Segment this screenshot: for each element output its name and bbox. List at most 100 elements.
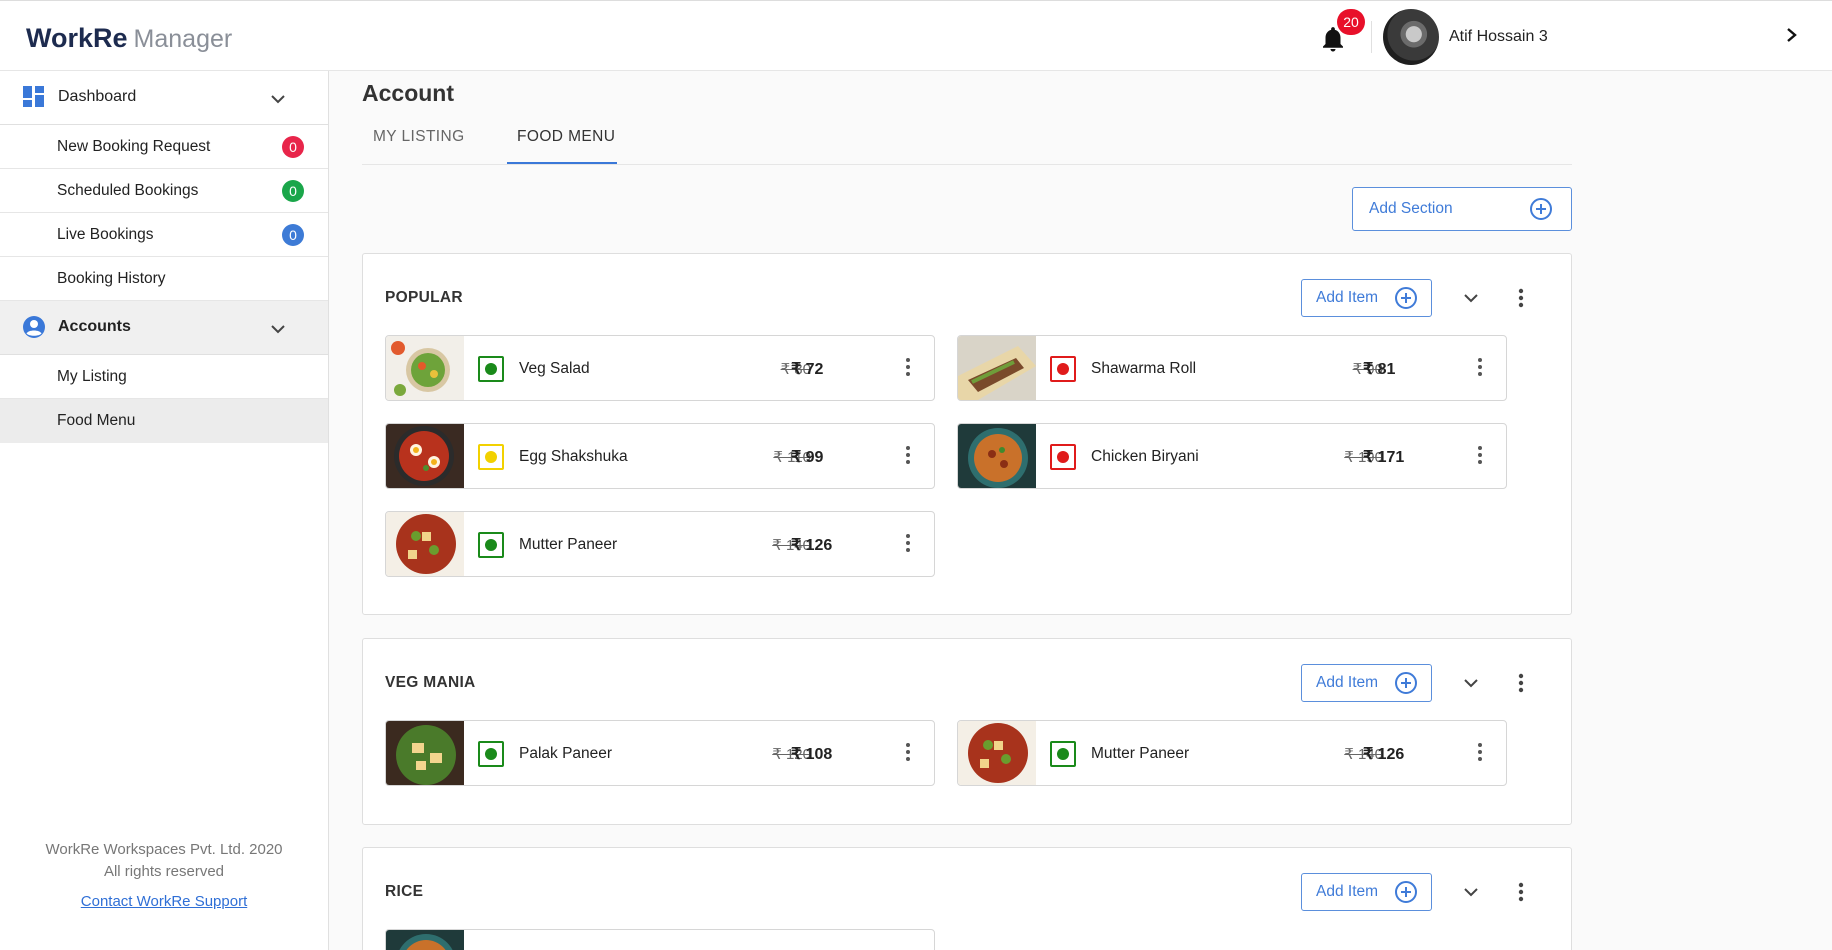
item-name: Mutter Paneer <box>519 536 618 553</box>
more-vert-icon[interactable] <box>1470 444 1490 466</box>
veg-indicator-icon <box>478 356 504 382</box>
chevron-down-icon[interactable] <box>1459 880 1483 904</box>
food-image <box>958 336 1036 400</box>
more-vert-icon[interactable] <box>898 444 918 466</box>
chevron-down-icon <box>271 95 285 104</box>
chevron-down-icon <box>271 325 285 334</box>
add-item-label: Add Item <box>1316 883 1379 900</box>
food-image <box>958 721 1036 785</box>
more-vert-icon[interactable] <box>1470 356 1490 378</box>
user-name[interactable]: Atif Hossain 3 <box>1449 28 1548 46</box>
sidebar-item-label: Scheduled Bookings <box>57 182 199 199</box>
item-price: ₹ 126 <box>791 537 833 554</box>
more-vert-icon[interactable] <box>898 532 918 554</box>
support-link[interactable]: Contact WorkRe Support <box>0 893 328 910</box>
sidebar-item-scheduled-bookings[interactable]: Scheduled Bookings 0 <box>0 169 328 213</box>
sidebar-item-my-listing[interactable]: My Listing <box>0 355 328 399</box>
menu-item-card[interactable]: Mutter Paneer ₹ 140 ₹ 126 <box>957 720 1507 786</box>
footer-company: WorkRe Workspaces Pvt. Ltd. 2020 <box>45 841 283 858</box>
add-section-button[interactable]: Add Section <box>1352 187 1572 231</box>
food-image <box>386 336 464 400</box>
tab-bar: MY LISTING FOOD MENU <box>362 116 1572 165</box>
tab-food-menu[interactable]: FOOD MENU <box>517 128 615 146</box>
menu-item-card[interactable]: Shawarma Roll ₹ 90 ₹ 81 <box>957 335 1507 401</box>
notification-badge: 20 <box>1337 9 1365 35</box>
item-name: Palak Paneer <box>519 745 613 762</box>
sidebar-item-label: Food Menu <box>57 412 136 429</box>
menu-item-card[interactable]: Egg Shakshuka ₹ 110 ₹ 99 <box>385 423 935 489</box>
add-circle-icon <box>1395 672 1417 694</box>
non-veg-indicator-icon <box>1050 444 1076 470</box>
menu-item-card[interactable]: Palak Paneer ₹ 120 ₹ 108 <box>385 720 935 786</box>
menu-item-card[interactable]: Mutter Paneer ₹ 140 ₹ 126 <box>385 511 935 577</box>
account-circle-icon <box>23 316 45 338</box>
more-vert-icon[interactable] <box>1470 741 1490 763</box>
sidebar-item-label: New Booking Request <box>57 138 211 155</box>
item-price: ₹ 81 <box>1363 361 1396 378</box>
item-name: Mutter Paneer <box>1091 745 1190 762</box>
header-divider <box>1371 21 1372 53</box>
menu-item-card[interactable] <box>385 929 935 950</box>
sidebar: Dashboard New Booking Request 0 Schedule… <box>0 71 329 950</box>
dashboard-icon <box>23 86 44 107</box>
add-item-button[interactable]: Add Item <box>1301 873 1432 911</box>
menu-item-card[interactable]: Chicken Biryani ₹ 190 ₹ 171 <box>957 423 1507 489</box>
add-item-button[interactable]: Add Item <box>1301 279 1432 317</box>
food-image <box>386 930 464 950</box>
sidebar-item-label: My Listing <box>57 368 127 385</box>
add-circle-icon <box>1530 198 1552 220</box>
veg-indicator-icon <box>478 532 504 558</box>
tab-my-listing[interactable]: MY LISTING <box>373 128 465 146</box>
sidebar-item-accounts[interactable]: Accounts <box>0 301 328 355</box>
more-vert-icon[interactable] <box>1509 880 1533 904</box>
menu-section-rice: RICE Add Item <box>362 847 1572 950</box>
veg-indicator-icon <box>1050 741 1076 767</box>
food-image <box>386 512 464 576</box>
menu-section-popular: POPULAR Add Item Veg Salad ₹ 80 ₹ 72 Sha… <box>362 253 1572 615</box>
food-image <box>386 721 464 785</box>
sidebar-item-label: Live Bookings <box>57 226 154 243</box>
menu-item-card[interactable]: Veg Salad ₹ 80 ₹ 72 <box>385 335 935 401</box>
section-title: VEG MANIA <box>385 674 476 691</box>
add-item-label: Add Item <box>1316 674 1379 691</box>
count-badge: 0 <box>282 180 304 202</box>
sidebar-item-new-booking-request[interactable]: New Booking Request 0 <box>0 125 328 169</box>
more-vert-icon[interactable] <box>898 741 918 763</box>
page-title: Account <box>362 80 454 106</box>
app-logo[interactable]: WorkRe Manager <box>26 21 232 56</box>
more-vert-icon[interactable] <box>1509 286 1533 310</box>
item-price: ₹ 99 <box>791 449 824 466</box>
sidebar-item-food-menu[interactable]: Food Menu <box>0 399 328 443</box>
app-subtitle: Manager <box>133 25 233 53</box>
item-name: Egg Shakshuka <box>519 448 628 465</box>
chevron-down-icon[interactable] <box>1459 286 1483 310</box>
more-vert-icon[interactable] <box>1509 671 1533 695</box>
sidebar-item-label: Booking History <box>57 270 166 287</box>
veg-indicator-icon <box>478 741 504 767</box>
footer-rights: All rights reserved <box>103 863 225 880</box>
add-circle-icon <box>1395 881 1417 903</box>
food-image <box>958 424 1036 488</box>
menu-section-veg-mania: VEG MANIA Add Item Palak Paneer ₹ 120 ₹ … <box>362 638 1572 825</box>
top-bar: WorkRe Manager 20 Atif Hossain 3 <box>0 0 1832 71</box>
avatar[interactable] <box>1383 9 1439 65</box>
food-image <box>386 424 464 488</box>
section-title: RICE <box>385 883 424 900</box>
sidebar-item-label: Dashboard <box>58 88 137 105</box>
sidebar-item-booking-history[interactable]: Booking History <box>0 257 328 301</box>
add-item-button[interactable]: Add Item <box>1301 664 1432 702</box>
add-section-label: Add Section <box>1369 200 1453 217</box>
item-price: ₹ 108 <box>791 746 833 763</box>
item-name: Shawarma Roll <box>1091 360 1197 377</box>
sidebar-item-label: Accounts <box>58 318 131 335</box>
chevron-right-icon[interactable] <box>1782 23 1802 47</box>
sidebar-item-live-bookings[interactable]: Live Bookings 0 <box>0 213 328 257</box>
item-price: ₹ 72 <box>791 361 824 378</box>
item-name: Veg Salad <box>519 360 590 377</box>
item-price: ₹ 171 <box>1363 449 1405 466</box>
sidebar-item-dashboard[interactable]: Dashboard <box>0 71 328 125</box>
more-vert-icon[interactable] <box>898 356 918 378</box>
item-price: ₹ 126 <box>1363 746 1405 763</box>
chevron-down-icon[interactable] <box>1459 671 1483 695</box>
app-brand: WorkRe <box>26 23 128 53</box>
